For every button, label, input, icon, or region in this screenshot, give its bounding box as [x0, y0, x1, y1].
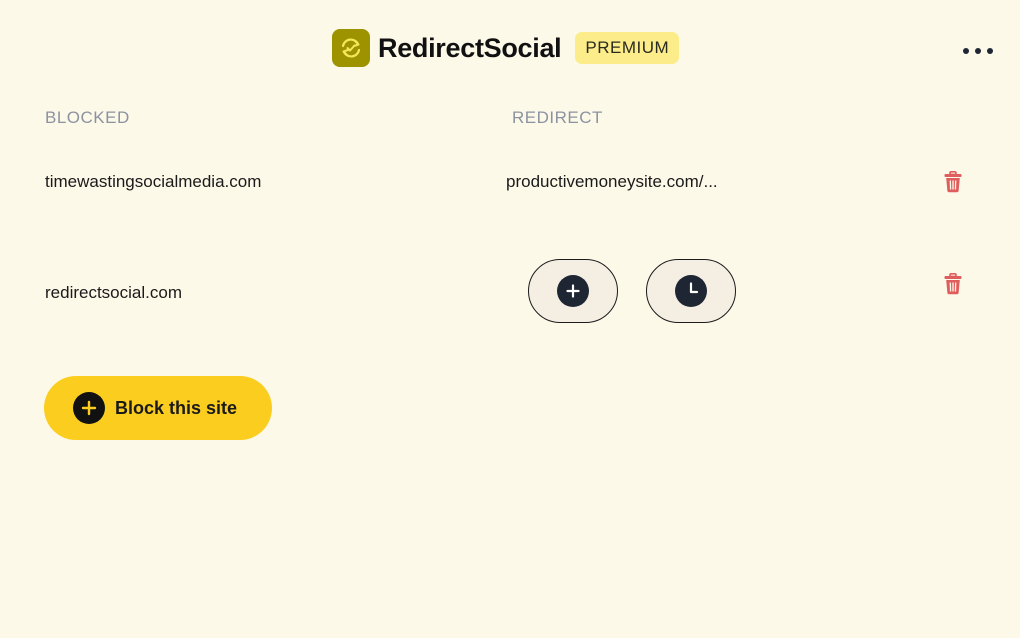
more-horizontal-icon — [963, 48, 993, 54]
schedule-clock-icon — [675, 275, 707, 307]
redirect-cycle-icon — [332, 29, 370, 67]
delete-rule-button[interactable] — [942, 272, 964, 296]
delete-rule-button[interactable] — [942, 170, 964, 194]
column-header-blocked: BLOCKED — [45, 108, 130, 127]
redirect-url[interactable]: productivemoneysite.com/... — [506, 172, 718, 192]
add-redirect-icon — [557, 275, 589, 307]
block-this-site-label: Block this site — [115, 397, 238, 418]
more-menu-button[interactable] — [955, 36, 1001, 66]
premium-badge: PREMIUM — [575, 32, 680, 64]
trash-icon — [944, 273, 962, 295]
app-name: RedirectSocial — [378, 32, 562, 63]
column-header-redirect: REDIRECT — [512, 108, 603, 127]
trash-icon — [944, 171, 962, 193]
blocked-domain: timewastingsocialmedia.com — [45, 172, 262, 191]
schedule-button[interactable] — [646, 259, 736, 323]
plus-circle-icon — [73, 392, 105, 424]
add-redirect-button[interactable] — [528, 259, 618, 323]
blocked-domain: redirectsocial.com — [45, 283, 182, 302]
brand: RedirectSocial PREMIUM — [332, 28, 680, 68]
app-header: RedirectSocial PREMIUM — [0, 0, 1020, 96]
block-this-site-button[interactable]: Block this site — [44, 376, 272, 440]
